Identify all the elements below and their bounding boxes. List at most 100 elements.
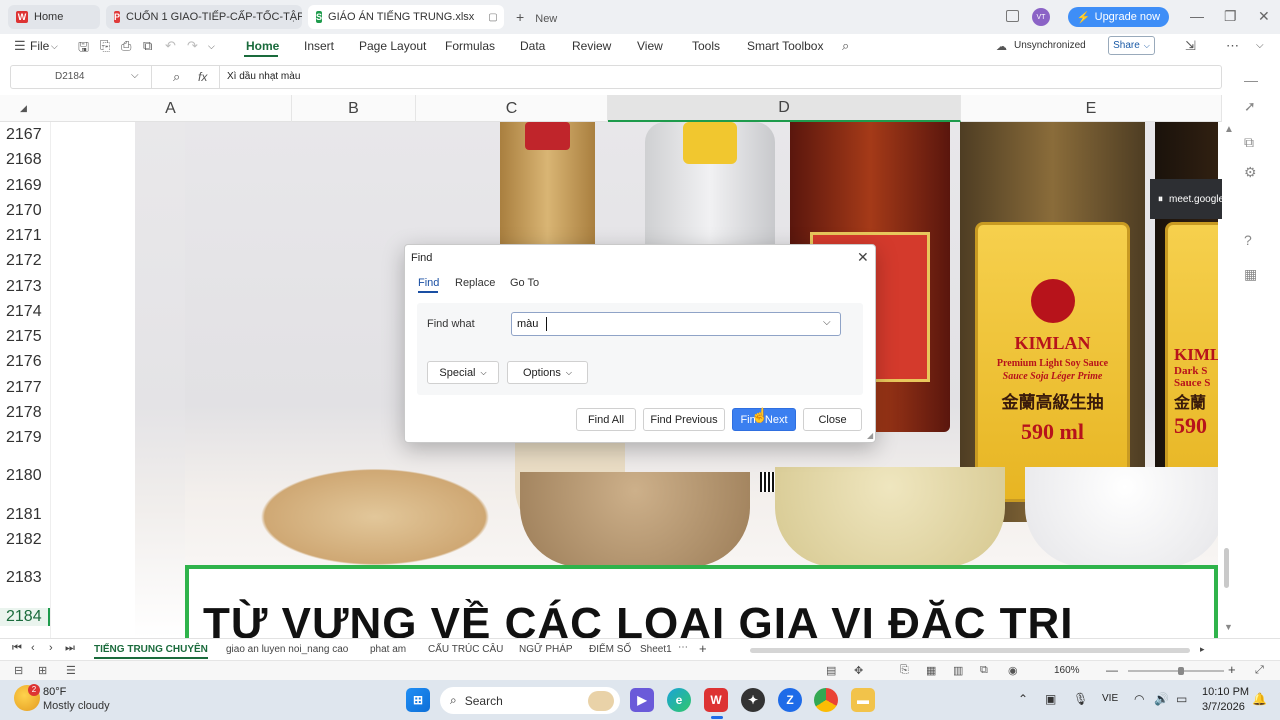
windows-start-icon[interactable]: ⊞ [406, 688, 430, 712]
zoom-out-icon[interactable]: — [1106, 663, 1118, 677]
column-header-b[interactable]: B [292, 95, 416, 122]
horizontal-scrollbar[interactable] [750, 648, 1190, 653]
sheet-tab[interactable]: NGỮ PHÁP [519, 644, 573, 655]
next-sheet-icon[interactable]: › [49, 642, 53, 654]
column-header-e[interactable]: E [961, 95, 1222, 122]
minimize-icon[interactable]: — [1190, 8, 1204, 24]
tab-restore-icon[interactable]: ▢ [488, 12, 497, 23]
file-explorer-icon[interactable]: ▬ [851, 688, 875, 712]
row-header[interactable]: 2179 [0, 429, 50, 447]
sheet-tab[interactable]: giao an luyen noi_nang cao [226, 644, 348, 655]
chevron-down-icon[interactable]: ⌵ [131, 70, 139, 81]
language-indicator[interactable]: VIE [1102, 693, 1118, 704]
special-button[interactable]: Special ⌵ [427, 361, 499, 384]
clock-time[interactable]: 10:10 PM [1202, 686, 1249, 698]
save-icon[interactable]: 🖫 [78, 38, 89, 60]
formula-input[interactable]: Xì dầu nhạt màu [227, 71, 300, 82]
tray-app-icon[interactable]: ▣ [1045, 692, 1056, 706]
row-header[interactable]: 2183 [0, 569, 50, 587]
upgrade-button[interactable]: ⚡ Upgrade now [1068, 7, 1169, 27]
column-header-a[interactable]: A [50, 95, 292, 122]
minus-icon[interactable]: — [1244, 72, 1258, 88]
page-break-icon[interactable]: ⎘ [900, 664, 909, 677]
zoom-search-icon[interactable]: ⌕ [173, 69, 180, 85]
last-sheet-icon[interactable]: ⏭ [65, 642, 75, 655]
menu-home[interactable]: Home [246, 39, 279, 53]
grid-view-icon[interactable]: ▦ [926, 664, 936, 677]
tab-spreadsheet[interactable]: S GIÁO ÁN TIẾNG TRUNG.xlsx ▢ ✕ [308, 5, 504, 29]
find-all-button[interactable]: Find All [576, 408, 636, 431]
sheet-tab[interactable]: CẤU TRÚC CÂU [428, 644, 503, 655]
close-window-icon[interactable]: ✕ [1258, 8, 1270, 25]
row-header[interactable]: 2180 [0, 467, 50, 485]
chatgpt-icon[interactable]: ✦ [741, 688, 765, 712]
chevron-down-icon[interactable]: ⌵ [823, 317, 831, 328]
style-icon[interactable]: ⧉ [1244, 134, 1254, 151]
comment-icon[interactable]: ☰ [66, 664, 76, 677]
file-menu[interactable]: File [30, 39, 49, 53]
wps-taskbar-icon[interactable]: W [704, 688, 728, 712]
row-header[interactable]: 2167 [0, 126, 50, 144]
fullscreen-icon[interactable]: ⧉ [980, 664, 988, 677]
column-header-d[interactable]: D [608, 95, 961, 122]
sheet-tab[interactable]: phat am [370, 644, 406, 655]
help-icon[interactable]: ? [1244, 232, 1252, 248]
add-sheet-icon[interactable]: + [699, 641, 707, 656]
row-header[interactable]: 2171 [0, 227, 50, 245]
row-header[interactable]: 2176 [0, 353, 50, 371]
sheet-tab[interactable]: ĐIỂM SỐ [589, 644, 631, 655]
chevron-up-icon[interactable]: ⌃ [1018, 692, 1028, 706]
dialog-tab-goto[interactable]: Go To [510, 277, 539, 289]
new-tab-button[interactable]: + New [516, 9, 557, 25]
column-header-c[interactable]: C [416, 95, 608, 122]
cell-area[interactable] [50, 122, 135, 638]
share-button[interactable]: Share ⌵ [1108, 36, 1155, 55]
adjust-icon[interactable]: ⚙ [1244, 164, 1257, 181]
sheet-tab[interactable]: Sheet1 [640, 644, 672, 655]
close-button[interactable]: Close [803, 408, 862, 431]
clock-date[interactable]: 3/7/2026 [1202, 701, 1245, 713]
chevron-down-icon[interactable]: ⌵ [51, 41, 58, 52]
cell-reference[interactable]: D2184 [55, 71, 84, 82]
menu-data[interactable]: Data [520, 39, 545, 53]
row-header[interactable]: 2175 [0, 328, 50, 346]
more-sheets-icon[interactable]: ⋯ [678, 642, 688, 653]
sheet-tab-active[interactable]: TIẾNG TRUNG CHUYÊN [94, 644, 208, 659]
collapse-ribbon-icon[interactable]: ⇲ [1185, 38, 1196, 54]
battery-icon[interactable]: ▭ [1176, 692, 1187, 706]
menu-hamburger-icon[interactable]: ☰ [14, 38, 26, 54]
microphone-icon[interactable]: 🎙 [1073, 692, 1088, 706]
find-previous-button[interactable]: Find Previous [643, 408, 725, 431]
avatar[interactable]: VT [1032, 8, 1050, 26]
taskbar-search[interactable]: ⌕ Search [440, 687, 620, 714]
focus-icon[interactable]: ✥ [854, 664, 863, 677]
menu-view[interactable]: View [637, 39, 663, 53]
normal-view-icon[interactable]: ▤ [826, 664, 836, 677]
prev-sheet-icon[interactable]: ‹ [31, 642, 35, 654]
tab-home[interactable]: W Home [8, 5, 100, 29]
menu-review[interactable]: Review [572, 39, 611, 53]
print-preview-icon[interactable]: ⧉ [143, 38, 152, 54]
weather-temp[interactable]: 80°F [43, 686, 66, 698]
row-header[interactable]: 2169 [0, 177, 50, 195]
options-button[interactable]: Options ⌵ [507, 361, 588, 384]
vertical-scrollbar[interactable] [1224, 548, 1229, 588]
wifi-icon[interactable]: ◠ [1134, 692, 1144, 706]
eye-icon[interactable]: ◉ [1008, 664, 1018, 677]
menu-tools[interactable]: Tools [692, 39, 720, 53]
scroll-up-icon[interactable]: ▲ [1224, 124, 1234, 135]
row-header[interactable]: 2178 [0, 404, 50, 422]
sync-status[interactable]: Unsynchronized [1014, 40, 1086, 51]
reading-view-icon[interactable]: ▥ [953, 664, 963, 677]
row-header[interactable]: 2172 [0, 252, 50, 270]
print-icon[interactable]: ⎙ [121, 38, 131, 54]
row-header[interactable]: 2174 [0, 303, 50, 321]
export-icon[interactable]: ⎘ [100, 38, 110, 54]
quick-access-dropdown-icon[interactable]: ⌵ [208, 41, 215, 52]
maximize-icon[interactable]: ❐ [1224, 8, 1237, 25]
resize-grip-icon[interactable]: ◢ [867, 431, 873, 440]
menu-page-layout[interactable]: Page Layout [359, 39, 426, 53]
apps-grid-icon[interactable]: ▦ [1244, 266, 1257, 283]
window-layout-icon[interactable] [1006, 10, 1019, 22]
teams-icon[interactable]: ▶ [630, 688, 654, 712]
